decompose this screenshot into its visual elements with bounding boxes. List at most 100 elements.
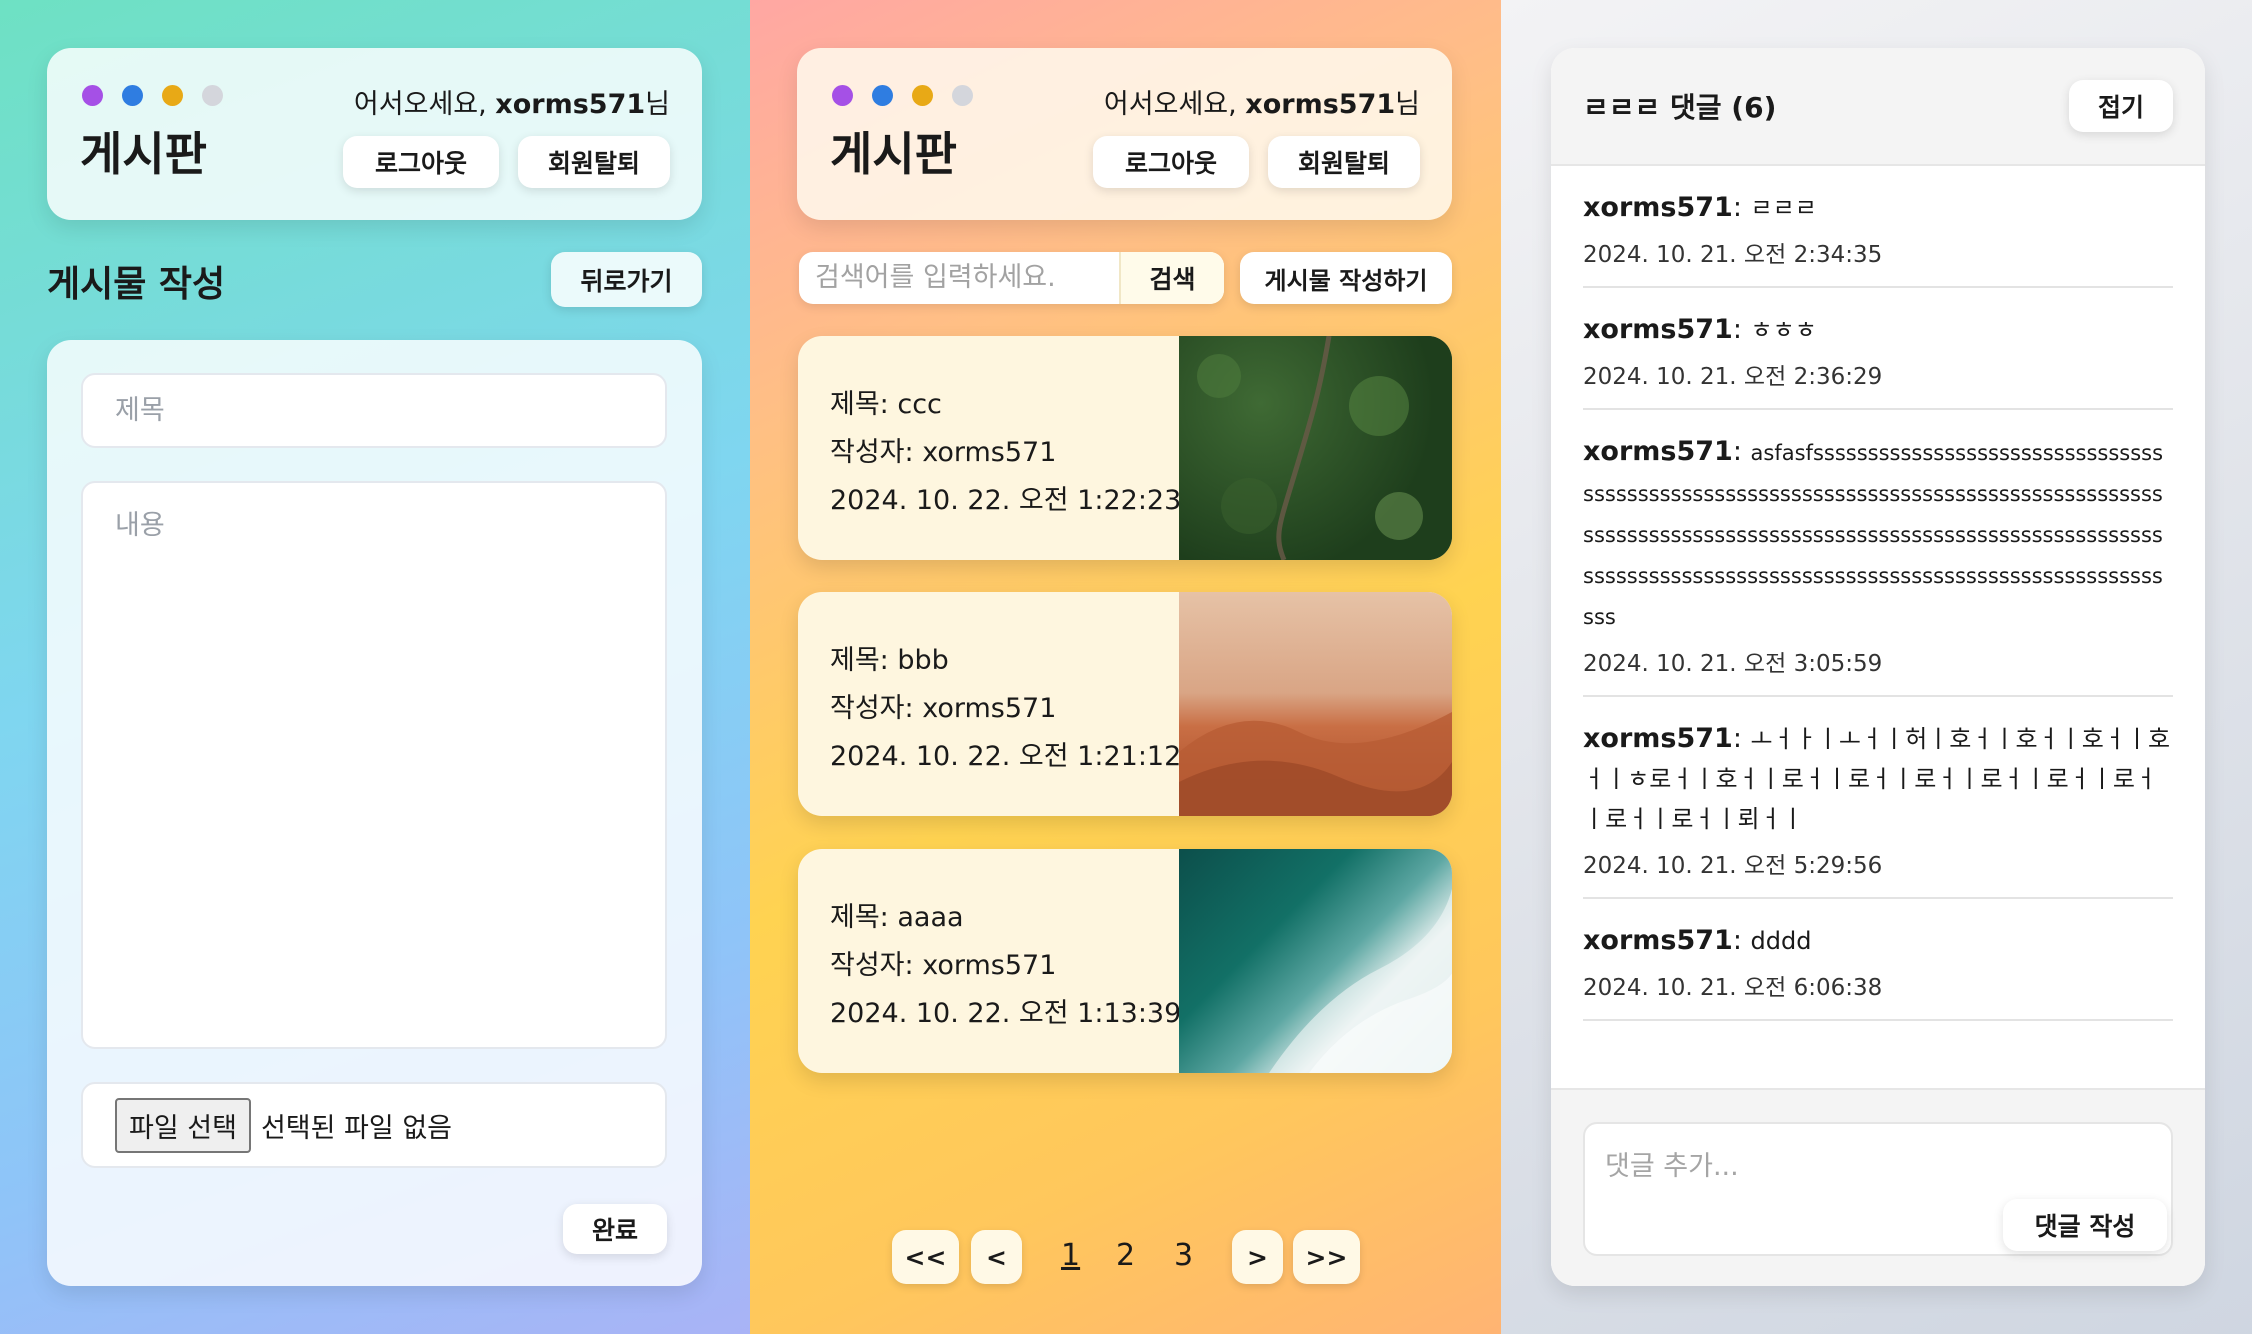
username: xorms571 <box>1245 89 1396 120</box>
comment-date: 2024. 10. 21. 오전 5:29:56 <box>1583 853 1883 879</box>
header-card: 게시판 어서오세요, xorms571님 로그아웃 회원탈퇴 <box>797 48 1452 220</box>
title-prefix: 제목: <box>830 389 898 420</box>
comment-header: ㄹㄹㄹ 댓글 (6) 접기 <box>1551 48 2205 166</box>
write-heading: 게시물 작성 <box>47 264 226 305</box>
first-page-button[interactable]: << <box>892 1230 959 1284</box>
comment-text: ㅎㅎㅎ <box>1750 316 1817 344</box>
post-title-line: 제목: bbb <box>830 637 1181 685</box>
desert-thumbnail <box>1179 592 1452 816</box>
logout-button[interactable]: 로그아웃 <box>1093 136 1249 188</box>
file-status: 선택된 파일 없음 <box>260 1112 452 1144</box>
forest-road-icon <box>1197 336 1423 560</box>
fold-button[interactable]: 접기 <box>2069 80 2173 132</box>
post-form: 제목 내용 파일 선택 선택된 파일 없음 완료 <box>47 340 702 1286</box>
post-info: 제목: aaaa 작성자: xorms571 2024. 10. 22. 오전 … <box>830 894 1181 1038</box>
write-post-panel: 게시판 어서오세요, xorms571님 로그아웃 회원탈퇴 게시물 작성 뒤로… <box>0 0 750 1334</box>
wave-icon <box>1269 889 1452 1073</box>
comment-user: xorms571 <box>1583 723 1733 754</box>
page-number-2[interactable]: 2 <box>1116 1238 1135 1273</box>
withdraw-button[interactable]: 회원탈퇴 <box>1268 136 1420 188</box>
submit-button[interactable]: 완료 <box>563 1204 667 1254</box>
post-author-line: 작성자: xorms571 <box>830 429 1181 477</box>
comment-user: xorms571 <box>1583 192 1733 223</box>
post-card[interactable]: 제목: aaaa 작성자: xorms571 2024. 10. 22. 오전 … <box>798 849 1452 1073</box>
welcome-prefix: 어서오세요, <box>353 89 496 120</box>
post-date: 2024. 10. 22. 오전 1:13:39 <box>830 998 1182 1029</box>
author-prefix: 작성자: <box>830 693 923 724</box>
post-title-line: 제목: ccc <box>830 381 1181 429</box>
next-page-button[interactable]: > <box>1232 1230 1283 1284</box>
comment-text: asfasfssssssssssssssssssssssssssssssssss… <box>1583 441 2164 629</box>
post-title: bbb <box>897 645 949 676</box>
comment-user: xorms571 <box>1583 314 1733 345</box>
post-title: aaaa <box>897 902 964 933</box>
file-input[interactable]: 파일 선택 선택된 파일 없음 <box>81 1082 667 1168</box>
author-prefix: 작성자: <box>830 437 923 468</box>
welcome-suffix: 님 <box>1395 89 1420 120</box>
author-prefix: 작성자: <box>830 950 923 981</box>
comment-card: ㄹㄹㄹ 댓글 (6) 접기 xorms571: ㄹㄹㄹ 2024. 10. 21… <box>1551 48 2205 1286</box>
gray-dot-icon <box>202 85 223 106</box>
file-select-button[interactable]: 파일 선택 <box>115 1097 251 1153</box>
page-number-3[interactable]: 3 <box>1174 1238 1193 1273</box>
comment-body: xorms571: asfasfssssssssssssssssssssssss… <box>1583 436 2164 629</box>
comment-title: ㄹㄹㄹ 댓글 (6) <box>1583 91 1777 124</box>
page-number-1[interactable]: 1 <box>1061 1238 1080 1273</box>
comment-user: xorms571 <box>1583 436 1733 467</box>
welcome-prefix: 어서오세요, <box>1103 89 1246 120</box>
comment-date: 2024. 10. 21. 오전 6:06:38 <box>1583 975 1883 1001</box>
username: xorms571 <box>495 89 646 120</box>
welcome-suffix: 님 <box>645 89 670 120</box>
post-date: 2024. 10. 22. 오전 1:21:12 <box>830 741 1182 772</box>
post-list-panel: 게시판 어서오세요, xorms571님 로그아웃 회원탈퇴 검색어를 입력하세… <box>750 0 1501 1334</box>
comment-submit-button[interactable]: 댓글 작성 <box>2003 1199 2167 1251</box>
window-dots <box>82 85 223 106</box>
sea-thumbnail <box>1179 849 1452 1073</box>
comment-body: xorms571: ㅗㅓㅏㅣㅗㅓㅣ허ㅣ호ㅓㅣ호ㅓㅣ호ㅓㅣ호ㅓㅣㅎ로ㅓㅣ호ㅓㅣ로ㅓ… <box>1583 723 2171 833</box>
comment-body: xorms571: dddd <box>1583 925 1812 956</box>
comment-body: xorms571: ㄹㄹㄹ <box>1583 192 1817 223</box>
post-author-line: 작성자: xorms571 <box>830 942 1181 990</box>
comment-text: dddd <box>1750 927 1812 955</box>
comment-date: 2024. 10. 21. 오전 2:34:35 <box>1583 242 1883 268</box>
page-title: 게시판 <box>830 127 957 181</box>
title-prefix: 제목: <box>830 645 898 676</box>
post-author: xorms571 <box>922 950 1057 981</box>
post-card[interactable]: 제목: ccc 작성자: xorms571 2024. 10. 22. 오전 1… <box>798 336 1452 560</box>
search-bar: 검색어를 입력하세요. 검색 <box>799 252 1224 304</box>
post-info: 제목: bbb 작성자: xorms571 2024. 10. 22. 오전 1… <box>830 637 1181 781</box>
last-page-button[interactable]: >> <box>1293 1230 1360 1284</box>
yellow-dot-icon <box>912 85 933 106</box>
welcome-message: 어서오세요, xorms571님 <box>1104 82 1420 121</box>
back-button[interactable]: 뒤로가기 <box>551 252 702 307</box>
blue-dot-icon <box>122 85 143 106</box>
purple-dot-icon <box>832 85 853 106</box>
logout-button[interactable]: 로그아웃 <box>343 136 499 188</box>
withdraw-button[interactable]: 회원탈퇴 <box>518 136 670 188</box>
post-author: xorms571 <box>922 693 1057 724</box>
comment-body: xorms571: ㅎㅎㅎ <box>1583 314 1817 345</box>
gray-dot-icon <box>952 85 973 106</box>
purple-dot-icon <box>82 85 103 106</box>
comment-date: 2024. 10. 21. 오전 2:36:29 <box>1583 364 1883 390</box>
post-date: 2024. 10. 22. 오전 1:22:23 <box>830 485 1182 516</box>
post-info: 제목: ccc 작성자: xorms571 2024. 10. 22. 오전 1… <box>830 381 1181 525</box>
comment-item: xorms571: asfasfssssssssssssssssssssssss… <box>1583 410 2173 697</box>
comment-list: xorms571: ㄹㄹㄹ 2024. 10. 21. 오전 2:34:35 x… <box>1583 166 2173 1021</box>
title-prefix: 제목: <box>830 902 898 933</box>
yellow-dot-icon <box>162 85 183 106</box>
window-dots <box>832 85 973 106</box>
post-card[interactable]: 제목: bbb 작성자: xorms571 2024. 10. 22. 오전 1… <box>798 592 1452 816</box>
prev-page-button[interactable]: < <box>971 1230 1022 1284</box>
comment-footer: 댓글 추가... 댓글 작성 <box>1551 1088 2205 1286</box>
forest-thumbnail <box>1179 336 1452 560</box>
title-input[interactable]: 제목 <box>81 373 667 448</box>
comments-panel: ㄹㄹㄹ 댓글 (6) 접기 xorms571: ㄹㄹㄹ 2024. 10. 21… <box>1501 0 2252 1334</box>
page-title: 게시판 <box>80 127 207 181</box>
content-textarea[interactable]: 내용 <box>81 481 667 1049</box>
dune-icon <box>1179 712 1452 816</box>
search-input[interactable]: 검색어를 입력하세요. <box>799 252 1117 304</box>
write-post-button[interactable]: 게시물 작성하기 <box>1240 252 1452 304</box>
comment-text: ㄹㄹㄹ <box>1750 194 1817 222</box>
search-button[interactable]: 검색 <box>1119 252 1224 304</box>
